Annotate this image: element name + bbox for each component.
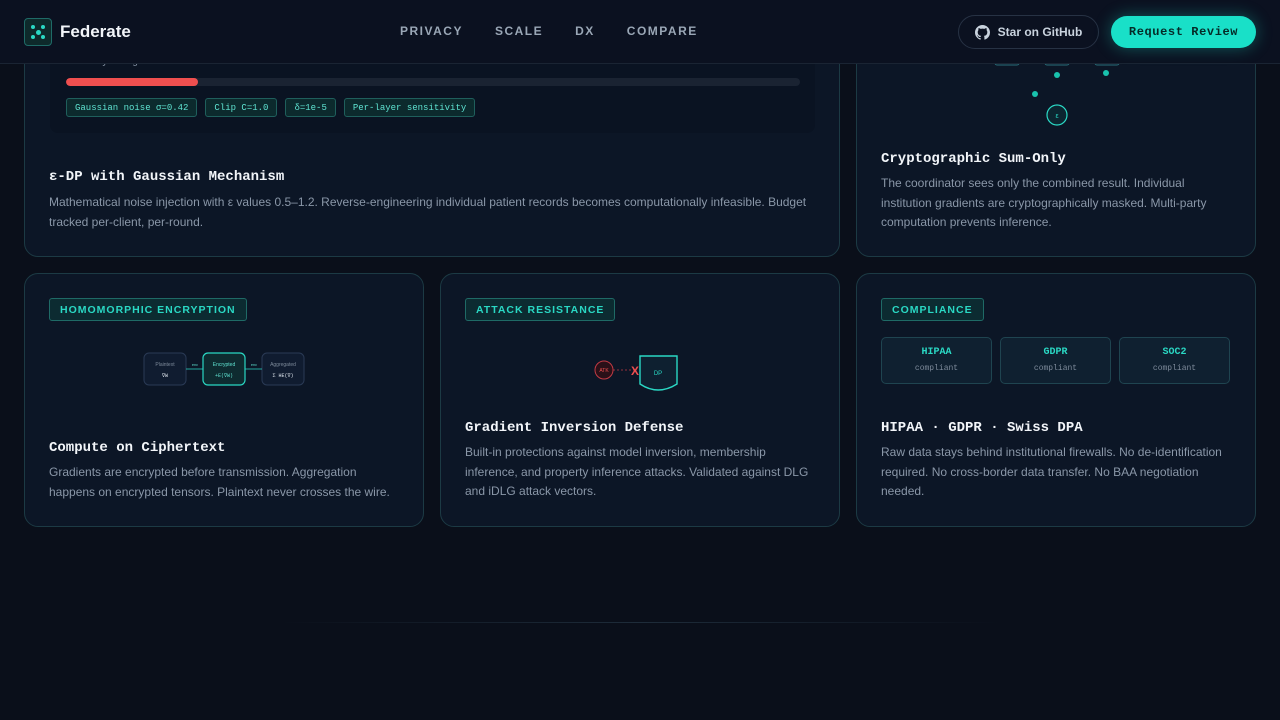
compliance-soc2: SOC2 compliant (1119, 337, 1230, 384)
chip-delta: δ=1e-5 (285, 98, 336, 117)
dp-shield-label: DP (654, 371, 662, 377)
nav-link-scale[interactable]: SCALE (495, 24, 543, 38)
attack-card-description: Built-in protections against model inver… (465, 445, 809, 498)
compliance-card-description: Raw data stays behind institutional fire… (881, 445, 1222, 498)
attacker-label: ATK (599, 368, 609, 374)
brand-name: Federate (60, 22, 131, 41)
attack-defense-diagram: ATK X DP (594, 355, 678, 391)
sum-card-title: Cryptographic Sum-Only (881, 151, 1066, 167)
brand[interactable]: Federate (24, 18, 131, 46)
he-card-description: Gradients are encrypted before transmiss… (49, 465, 390, 499)
node-plaintext-label: Plaintext (155, 362, 175, 368)
compliance-status: compliant (1152, 364, 1197, 373)
node-encrypted-value: +E(∇W) (215, 373, 233, 379)
sum-card-description: The coordinator sees only the combined r… (881, 176, 1207, 229)
compliance-card: COMPLIANCE HIPAA compliant GDPR complian… (856, 273, 1256, 527)
github-star-label: Star on GitHub (997, 25, 1083, 39)
encryption-flow-diagram: enc enc Plaintext ∇W Encrypted +E(∇W) Ag… (143, 352, 305, 386)
attack-badge: ATTACK RESISTANCE (465, 298, 616, 321)
node-encrypted-label: Encrypted (213, 362, 236, 368)
dp-param-chips: Gaussian noise σ=0.42 Clip C=1.0 δ=1e-5 … (66, 98, 476, 117)
he-card-title: Compute on Ciphertext (49, 440, 226, 456)
attack-card-title: Gradient Inversion Defense (465, 420, 684, 436)
homomorphic-card: HOMOMORPHIC ENCRYPTION enc enc Plaintext… (24, 273, 424, 527)
nav-links: PRIVACY SCALE DX COMPARE (400, 24, 698, 38)
compliance-status: compliant (1033, 364, 1078, 373)
node-aggregated-label: Aggregated (270, 362, 296, 368)
compliance-name: SOC2 (1162, 347, 1187, 358)
he-badge: HOMOMORPHIC ENCRYPTION (49, 298, 247, 321)
nav-link-privacy[interactable]: PRIVACY (400, 24, 463, 38)
arrow-label-1: enc (192, 364, 198, 368)
compliance-boxes: HIPAA compliant GDPR compliant SOC2 comp… (881, 337, 1230, 384)
compliance-badge: COMPLIANCE (881, 298, 984, 321)
chip-per-layer: Per-layer sensitivity (343, 98, 476, 117)
attack-resistance-card: ATTACK RESISTANCE ATK X DP Gradient Inve… (440, 273, 840, 527)
network-logo-icon (24, 18, 52, 46)
node-aggregated-value: Σ HE(∇) (272, 373, 293, 379)
nav-link-compare[interactable]: COMPARE (627, 24, 698, 38)
budget-progress-fill (66, 78, 199, 86)
node-plaintext-value: ∇W (161, 373, 168, 379)
blocked-x-icon: X (631, 364, 639, 378)
budget-progress-bar (66, 78, 800, 86)
compliance-status: compliant (914, 364, 959, 373)
compliance-name: GDPR (1043, 347, 1068, 358)
compliance-card-title: HIPAA · GDPR · Swiss DPA (881, 420, 1083, 436)
arrow-label-2: enc (251, 364, 257, 368)
github-icon (974, 24, 990, 40)
chip-clip: Clip C=1.0 (205, 98, 278, 117)
github-star-button[interactable]: Star on GitHub (958, 15, 1099, 49)
top-nav: Federate PRIVACY SCALE DX COMPARE Star o… (0, 0, 1280, 64)
dp-card-title: ε-DP with Gaussian Mechanism (49, 169, 285, 185)
request-review-button[interactable]: Request Review (1111, 16, 1256, 48)
section-divider (280, 622, 1000, 623)
nav-link-dx[interactable]: DX (575, 24, 595, 38)
chip-gaussian-noise: Gaussian noise σ=0.42 (66, 98, 198, 117)
aggregator-symbol: ε (1055, 113, 1058, 120)
compliance-gdpr: GDPR compliant (1000, 337, 1111, 384)
compliance-name: HIPAA (921, 347, 952, 358)
compliance-hipaa: HIPAA compliant (881, 337, 992, 384)
dp-card-description: Mathematical noise injection with ε valu… (49, 195, 807, 229)
